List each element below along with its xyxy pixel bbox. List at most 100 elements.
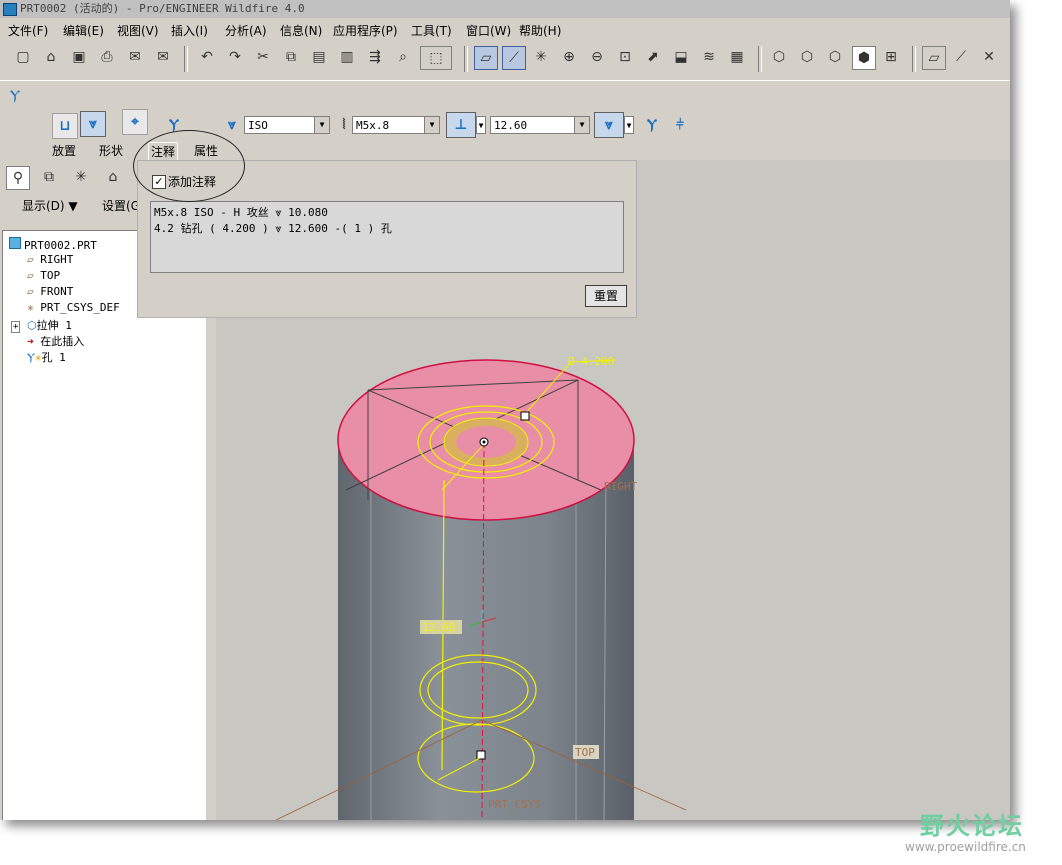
depth-value: 12.60 — [494, 119, 528, 132]
mail-attach-icon[interactable]: ✉ — [152, 46, 174, 68]
no-hidden-icon[interactable]: ⬡ — [824, 46, 846, 68]
window-title: PRT0002 (活动的) - Pro/ENGINEER Wildfire 4.… — [20, 2, 305, 15]
tab-shape[interactable]: 形状 — [99, 142, 123, 159]
toolbar-separator — [758, 46, 762, 72]
model-tree: PRT0002.PRT ▱ RIGHT ▱ TOP ▱ FRONT ✳ PRT_… — [2, 230, 206, 820]
sketch-tool-icon[interactable]: ▱ — [922, 46, 946, 70]
menu-file[interactable]: 文件(F) — [8, 22, 48, 39]
depth-type-icon[interactable]: ⊥ — [446, 112, 476, 138]
menu-help[interactable]: 帮助(H) — [519, 22, 561, 39]
watermark-title: 野火论坛 — [920, 812, 1024, 840]
shading-icon[interactable]: ⬢ — [852, 46, 876, 70]
menu-insert[interactable]: 插入(I) — [171, 22, 208, 39]
connections-tab-icon[interactable]: ⌂ — [102, 166, 124, 188]
dim-depth-label: 12.60 — [422, 621, 455, 634]
thread-depth-icon[interactable]: ⩔ — [594, 112, 624, 138]
dim-diameter-label: Ø 4.200 — [568, 355, 614, 368]
standard-select[interactable]: ISO ▼ — [244, 116, 330, 134]
send-mail-icon[interactable]: ✉ — [124, 46, 146, 68]
new-file-icon[interactable]: ▢ — [12, 46, 34, 68]
tree-item-right[interactable]: ▱ RIGHT — [27, 253, 73, 266]
app-icon — [3, 3, 17, 16]
note-line: 4.2 钻孔 ( 4.200 ) ⩔ 12.600 -( 1 ) 孔 — [154, 222, 392, 235]
annotation-highlight-oval — [133, 130, 245, 202]
csys-display-icon[interactable]: ✕ — [978, 46, 1000, 68]
tree-item-top[interactable]: ▱ TOP — [27, 269, 60, 282]
menu-edit[interactable]: 编辑(E) — [63, 22, 104, 39]
selection-box-icon[interactable]: ⬚ — [420, 46, 452, 70]
datum-display-icon[interactable]: ⟋ — [950, 46, 972, 68]
thread-depth-dropdown[interactable]: ▼ — [624, 116, 634, 134]
csys-label: PRT_CSYS — [488, 798, 541, 811]
datum-axes-icon[interactable]: ⟋ — [502, 46, 526, 70]
copy-icon[interactable]: ⧉ — [280, 46, 302, 68]
reset-button[interactable]: 重置 — [585, 285, 627, 307]
navigator-tabs: ⚲ ⧉ ✳ ⌂ — [0, 162, 137, 192]
datum-planes-icon[interactable]: ▱ — [474, 46, 498, 70]
paste-special-icon[interactable]: ▥ — [336, 46, 358, 68]
saved-views-icon[interactable]: ⬓ — [670, 46, 692, 68]
model-tree-toggle-icon[interactable]: ⊞ — [880, 46, 902, 68]
menu-analysis[interactable]: 分析(A) — [225, 22, 267, 39]
toolbar-separator — [912, 46, 916, 72]
menu-bar: 文件(F) 编辑(E) 视图(V) 插入(I) 分析(A) 信息(N) 应用程序… — [0, 20, 1010, 40]
chevron-down-icon[interactable]: ▼ — [314, 117, 329, 133]
tree-item-part[interactable]: PRT0002.PRT — [9, 237, 97, 252]
chevron-down-icon[interactable]: ▼ — [424, 117, 439, 133]
model-tree-tab-icon[interactable]: ⚲ — [6, 166, 30, 190]
tree-item-insert-here[interactable]: ➜ 在此插入 — [27, 333, 84, 349]
zoom-in-icon[interactable]: ⊕ — [558, 46, 580, 68]
toolbar-separator — [464, 46, 468, 72]
counterbore-option-icon[interactable]: ⫩ — [668, 113, 692, 137]
zoom-out-icon[interactable]: ⊖ — [586, 46, 608, 68]
display-dropdown[interactable]: 显示(D) ▼ — [22, 197, 78, 214]
paste-icon[interactable]: ▤ — [308, 46, 330, 68]
menu-view[interactable]: 视图(V) — [117, 22, 159, 39]
simple-hole-icon[interactable]: ⊔ — [52, 113, 78, 139]
view-manager-icon[interactable]: ▦ — [726, 46, 748, 68]
regenerate-icon[interactable]: ⇶ — [364, 46, 386, 68]
menu-applications[interactable]: 应用程序(P) — [333, 22, 398, 39]
reorient-icon[interactable]: ⬈ — [642, 46, 664, 68]
tree-item-csys[interactable]: ✳ PRT_CSYS_DEF — [27, 301, 120, 314]
datum-points-icon[interactable]: ✳ — [530, 46, 552, 68]
datum-right-label: RIGHT — [604, 480, 637, 493]
placement-hole-icon[interactable]: ⌖ — [122, 109, 148, 135]
undo-icon[interactable]: ↶ — [196, 46, 218, 68]
hole-feature-icon: Ⲩ — [9, 88, 21, 104]
title-bar: PRT0002 (活动的) - Pro/ENGINEER Wildfire 4.… — [0, 0, 1010, 18]
folder-browser-tab-icon[interactable]: ⧉ — [38, 166, 60, 188]
standard-hole-icon[interactable]: ⩔ — [80, 111, 106, 137]
note-line: M5x.8 ISO - H 攻丝 ⩔ 10.080 — [154, 206, 328, 219]
tab-placement[interactable]: 放置 — [52, 142, 76, 159]
wireframe-icon[interactable]: ⬡ — [768, 46, 790, 68]
watermark-url: www.proewildfire.cn — [905, 840, 1026, 854]
note-text-area[interactable]: M5x.8 ISO - H 攻丝 ⩔ 10.080 4.2 钻孔 ( 4.200… — [150, 201, 624, 273]
favorites-tab-icon[interactable]: ✳ — [70, 166, 92, 188]
hidden-line-icon[interactable]: ⬡ — [796, 46, 818, 68]
tree-item-extrude[interactable]: + ⬡拉伸 1 — [11, 317, 72, 333]
chevron-down-icon[interactable]: ▼ — [574, 117, 589, 133]
toolbar-separator — [184, 46, 188, 72]
print-icon[interactable]: ⎙ — [96, 46, 118, 68]
depth-value-select[interactable]: 12.60 ▼ — [490, 116, 590, 134]
pro-engineer-window: PRT0002 (活动的) - Pro/ENGINEER Wildfire 4.… — [0, 0, 1010, 820]
tapped-hole-icon[interactable]: ⩔ — [220, 113, 244, 137]
menu-info[interactable]: 信息(N) — [280, 22, 322, 39]
menu-window[interactable]: 窗口(W) — [466, 22, 511, 39]
screw-size-select[interactable]: M5x.8 ▼ — [352, 116, 440, 134]
settings-dropdown[interactable]: 设置(G — [102, 197, 140, 214]
tree-item-hole[interactable]: Ⲩ✳孔 1 — [27, 349, 66, 365]
redo-icon[interactable]: ↷ — [224, 46, 246, 68]
layers-icon[interactable]: ≋ — [698, 46, 720, 68]
save-icon[interactable]: ▣ — [68, 46, 90, 68]
datum-top-label: TOP — [575, 746, 595, 759]
tree-item-front[interactable]: ▱ FRONT — [27, 285, 73, 298]
cut-icon[interactable]: ✂ — [252, 46, 274, 68]
countersink-option-icon[interactable]: Ⲩ — [640, 113, 664, 137]
refit-icon[interactable]: ⊡ — [614, 46, 636, 68]
find-icon[interactable]: ⌕ — [392, 46, 414, 68]
open-folder-icon[interactable]: ⌂ — [40, 46, 62, 68]
menu-tools[interactable]: 工具(T) — [411, 22, 452, 39]
depth-type-dropdown[interactable]: ▼ — [476, 116, 486, 134]
